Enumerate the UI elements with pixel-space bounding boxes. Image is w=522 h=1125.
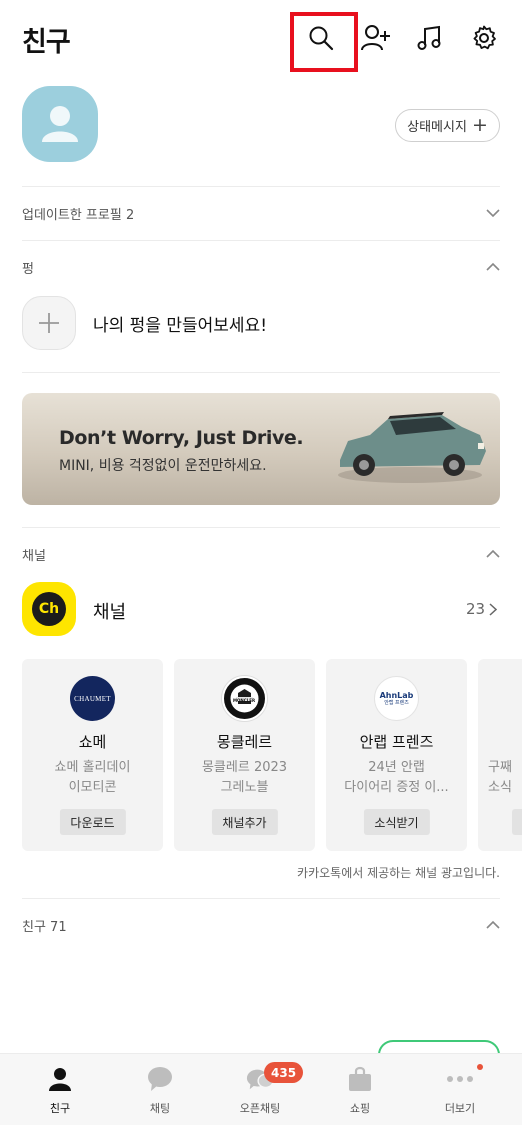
card-description: 24년 안랩 다이어리 증정 이... — [332, 758, 461, 798]
channel-section-label: 채널 — [22, 548, 46, 564]
ahnlab-logo: AhnLab 안랩 프렌즈 — [374, 676, 419, 721]
chevron-right-icon — [489, 602, 498, 616]
create-peng-label[interactable]: 나의 펑을 만들어보세요! — [93, 311, 267, 336]
music-icon[interactable] — [412, 20, 448, 56]
moncler-logo-text: MONCLER — [233, 698, 256, 703]
header: 친구 — [0, 0, 522, 78]
chevron-up-icon — [486, 547, 500, 561]
bottom-tab-bar: 친구 채팅 오픈채팅 쇼핑 더보기 — [0, 1053, 522, 1125]
tab-friends[interactable]: 친구 — [20, 1054, 100, 1125]
tab-chats[interactable]: 채팅 — [120, 1054, 200, 1125]
channel-title[interactable]: 채널 — [93, 598, 126, 624]
chevron-down-icon — [486, 206, 500, 220]
channel-count-link[interactable]: 23 — [466, 600, 498, 618]
moncler-logo: MONCLER — [222, 676, 267, 721]
tab-label: 친구 — [49, 1102, 71, 1115]
download-button[interactable]: 다운로드 — [59, 809, 126, 835]
card-name: 쇼메 — [78, 733, 107, 751]
card-desc-line2: 다이어리 증정 이... — [344, 780, 449, 795]
chat-bubble-icon — [146, 1066, 174, 1092]
person-silhouette-icon — [42, 106, 78, 142]
friends-section-label: 친구 71 — [22, 919, 67, 935]
tab-label: 오픈채팅 — [239, 1102, 281, 1115]
updated-profiles-row[interactable]: 업데이트한 프로필 2 — [22, 202, 500, 224]
tab-label: 쇼핑 — [349, 1102, 371, 1115]
card-name: 안랩 프렌즈 — [359, 733, 434, 751]
divider — [22, 527, 500, 528]
status-message-label: 상태메시지 — [407, 120, 467, 135]
card-name: 몽클레르 — [216, 733, 273, 751]
ad-headline: Don’t Worry, Just Drive. — [59, 427, 304, 449]
card-desc-line1: 쇼메 홀리데이 — [54, 760, 131, 775]
card-desc-line1: 몽클레르 2023 — [201, 760, 288, 775]
search-highlight-box — [290, 12, 358, 72]
channel-ad-note: 카카오톡에서 제공하는 채널 광고입니다. — [297, 866, 500, 880]
car-image — [338, 412, 486, 483]
card-desc-line2: 소식 — [488, 780, 512, 795]
card-description: 구째 소식 — [488, 758, 522, 798]
plus-icon: + — [471, 114, 488, 136]
card-desc-line1: 24년 안랩 — [368, 760, 425, 775]
card-button-partial[interactable] — [512, 809, 522, 835]
tab-label: 채팅 — [149, 1102, 171, 1115]
channel-count: 23 — [466, 600, 486, 618]
ahnlab-logo-subtext: 안랩 프렌즈 — [384, 699, 409, 706]
chaumet-logo: CHAUMET — [70, 676, 115, 721]
tab-more[interactable]: 더보기 — [420, 1054, 500, 1125]
divider — [22, 898, 500, 899]
chevron-up-icon — [486, 918, 500, 932]
my-profile-avatar[interactable] — [22, 86, 98, 162]
updated-profiles-label: 업데이트한 프로필 2 — [22, 207, 135, 223]
ad-subtext: MINI, 비용 걱정없이 운전만하세요. — [59, 458, 267, 474]
add-channel-button[interactable]: 채널추가 — [211, 809, 278, 835]
more-icon — [446, 1066, 474, 1092]
status-message-button[interactable]: 상태메시지 + — [395, 109, 500, 142]
shopping-bag-icon — [346, 1066, 374, 1092]
peng-section-header[interactable]: 펑 — [22, 256, 500, 278]
chaumet-logo-text: CHAUMET — [74, 694, 111, 703]
ad-banner[interactable]: Don’t Worry, Just Drive. MINI, 비용 걱정없이 운… — [22, 393, 500, 505]
page-title: 친구 — [22, 27, 71, 58]
divider — [22, 186, 500, 187]
chevron-up-icon — [486, 260, 500, 274]
create-peng-button[interactable] — [22, 296, 76, 350]
ahnlab-logo-text: AhnLab — [379, 690, 414, 700]
open-chat-badge: 435 — [264, 1062, 304, 1083]
subscribe-button[interactable]: 소식받기 — [363, 809, 430, 835]
add-friend-icon[interactable] — [358, 20, 394, 56]
person-icon — [46, 1066, 74, 1092]
channel-card-moncler[interactable]: MONCLER 몽클레르 몽클레르 2023 그레노블 채널추가 — [174, 659, 315, 851]
plus-icon — [39, 313, 59, 333]
card-desc-line1: 구째 — [488, 760, 512, 775]
tab-label: 더보기 — [444, 1102, 476, 1115]
divider — [22, 240, 500, 241]
channel-card-partial[interactable]: 구째 소식 — [478, 659, 522, 851]
channel-section-header[interactable]: 채널 — [22, 543, 500, 565]
card-desc-line2: 그레노블 — [220, 780, 269, 795]
card-description: 몽클레르 2023 그레노블 — [180, 758, 309, 798]
channel-card-chaumet[interactable]: CHAUMET 쇼메 쇼메 홀리데이 이모티콘 다운로드 — [22, 659, 163, 851]
notification-dot — [477, 1064, 483, 1070]
friends-section-header[interactable]: 친구 71 — [22, 914, 500, 936]
settings-icon[interactable] — [466, 20, 502, 56]
channel-logo-text: Ch — [32, 592, 66, 626]
card-desc-line2: 이모티콘 — [68, 780, 117, 795]
channel-logo[interactable]: Ch — [22, 582, 76, 636]
divider — [22, 372, 500, 373]
card-description: 쇼메 홀리데이 이모티콘 — [28, 758, 157, 798]
peng-section-label: 펑 — [22, 261, 34, 277]
tab-shopping[interactable]: 쇼핑 — [320, 1054, 400, 1125]
channel-card-ahnlab[interactable]: AhnLab 안랩 프렌즈 안랩 프렌즈 24년 안랩 다이어리 증정 이...… — [326, 659, 467, 851]
